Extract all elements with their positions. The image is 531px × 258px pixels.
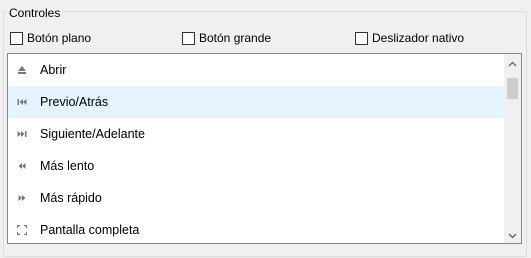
list-item-fullscreen[interactable]: Pantalla completa bbox=[8, 214, 504, 243]
checkbox-box[interactable] bbox=[10, 32, 23, 45]
checkbox-box[interactable] bbox=[182, 32, 195, 45]
chevron-down-icon bbox=[508, 228, 517, 242]
fullscreen-icon bbox=[17, 225, 27, 235]
list-item-label: Pantalla completa bbox=[40, 223, 140, 237]
controls-list[interactable]: Abrir Previo/Atrás Siguiente/Adelante Má… bbox=[7, 53, 522, 244]
big-button-checkbox[interactable]: Botón grande bbox=[182, 31, 271, 46]
checkbox-label: Deslizador nativo bbox=[372, 31, 465, 45]
rewind-icon bbox=[17, 161, 27, 171]
list-item-next[interactable]: Siguiente/Adelante bbox=[8, 118, 504, 150]
scroll-up-button[interactable] bbox=[504, 54, 521, 71]
list-item-previous[interactable]: Previo/Atrás bbox=[8, 86, 504, 118]
list-item-label: Más rápido bbox=[40, 191, 102, 205]
list-item-label: Más lento bbox=[40, 159, 95, 173]
list-item-faster[interactable]: Más rápido bbox=[8, 182, 504, 214]
scrollbar-thumb[interactable] bbox=[507, 78, 518, 99]
native-slider-checkbox[interactable]: Deslizador nativo bbox=[355, 31, 464, 46]
checkbox-box[interactable] bbox=[355, 32, 368, 45]
list-item-label: Abrir bbox=[40, 63, 67, 77]
skip-previous-icon bbox=[17, 97, 27, 107]
group-title: Controles bbox=[7, 6, 63, 20]
chevron-up-icon bbox=[508, 56, 517, 70]
skip-next-icon bbox=[17, 129, 27, 139]
scroll-down-button[interactable] bbox=[504, 226, 521, 243]
flat-button-checkbox[interactable]: Botón plano bbox=[10, 31, 91, 46]
checkbox-label: Botón grande bbox=[199, 31, 272, 45]
list-item-label: Previo/Atrás bbox=[40, 95, 109, 109]
list-item-label: Siguiente/Adelante bbox=[40, 127, 145, 141]
checkbox-label: Botón plano bbox=[27, 31, 92, 45]
list-item-open[interactable]: Abrir bbox=[8, 54, 504, 86]
fast-forward-icon bbox=[17, 193, 27, 203]
eject-icon bbox=[17, 65, 27, 75]
list-item-slower[interactable]: Más lento bbox=[8, 150, 504, 182]
vertical-scrollbar[interactable] bbox=[504, 54, 521, 243]
